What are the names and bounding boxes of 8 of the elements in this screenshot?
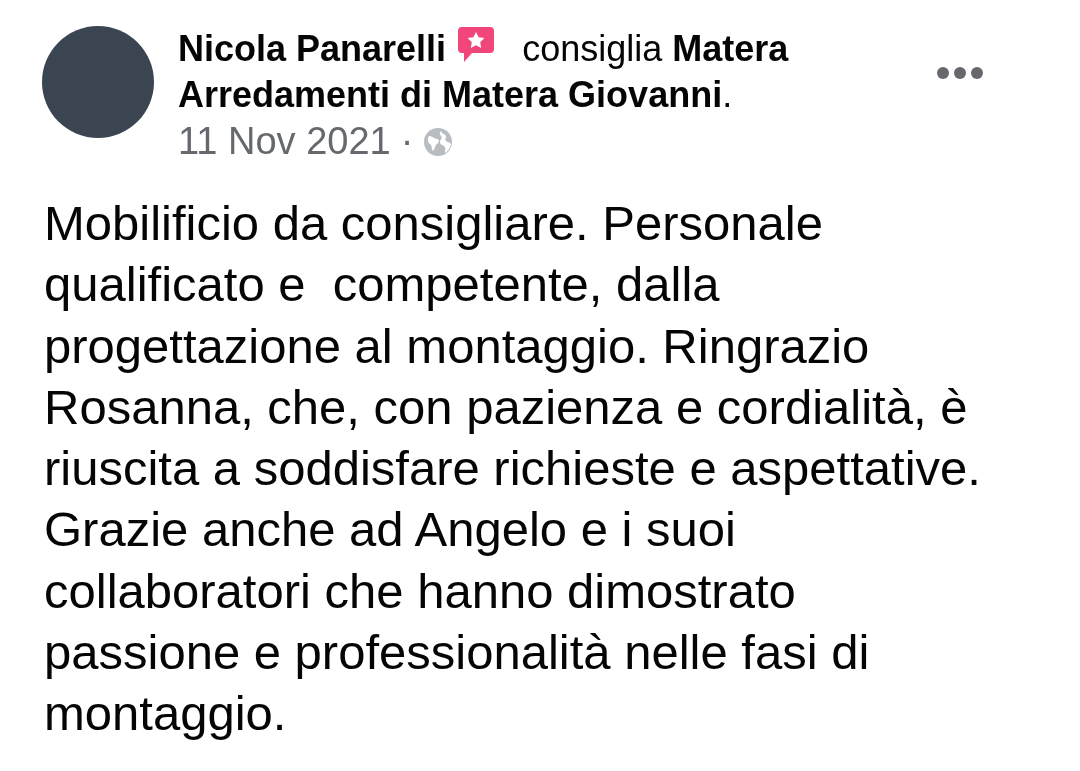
globe-icon — [423, 126, 454, 157]
more-options-icon[interactable] — [936, 66, 984, 80]
business-name[interactable]: Arredamenti di Matera Giovanni. — [178, 72, 733, 118]
author-name[interactable]: Nicola Panarelli — [178, 26, 447, 72]
post-date[interactable]: 11 Nov 2021 — [178, 120, 391, 163]
post-text: Mobilificio da consigliare. Personale qualificato e competente, dalla progettazione al montaggio. Ringrazio Rosanna, che, con pazienza e cordialità, è riuscita a soddisfare richieste e aspettative. Grazie anche ad Angelo e i suoi collaboratori che hanno dimostrato passione e professionalità nelle fasi di montaggio. — [44, 195, 982, 743]
separator: · — [400, 120, 414, 163]
recommendation-text: consiglia Matera — [522, 27, 789, 71]
